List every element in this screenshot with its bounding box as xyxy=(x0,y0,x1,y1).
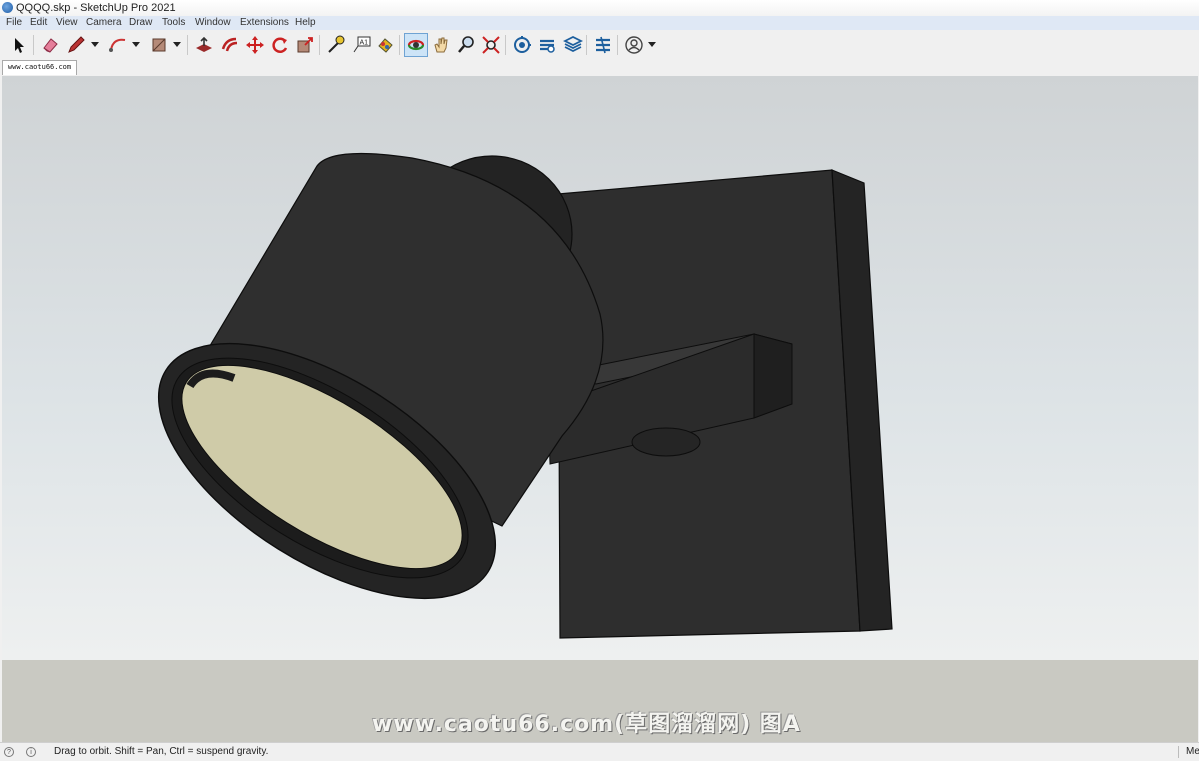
info-icon[interactable]: i xyxy=(26,747,36,757)
orbit-tool-icon[interactable] xyxy=(404,33,428,57)
chevron-down-icon[interactable] xyxy=(173,42,181,48)
menu-bar: File Edit View Camera Draw Tools Window … xyxy=(0,16,1199,30)
main-toolbar: A1 xyxy=(0,30,1199,60)
sketchup-logo-icon xyxy=(2,2,13,13)
pencil-line-tool-icon[interactable] xyxy=(64,33,88,57)
layout-icon[interactable] xyxy=(561,33,585,57)
account-icon[interactable] xyxy=(622,33,646,57)
scene-tab[interactable]: www.caotu66.com xyxy=(2,60,77,75)
select-tool-icon[interactable] xyxy=(7,33,31,57)
extension-manager-icon[interactable] xyxy=(591,33,615,57)
measurements-label: Me xyxy=(1186,746,1199,757)
menu-extensions[interactable]: Extensions xyxy=(240,16,289,30)
geo-location-icon[interactable]: ? xyxy=(4,747,14,757)
move-tool-icon[interactable] xyxy=(243,33,267,57)
status-message: Drag to orbit. Shift = Pan, Ctrl = suspe… xyxy=(54,746,269,757)
model-viewport[interactable] xyxy=(2,76,1198,660)
spotlight-model xyxy=(157,152,893,639)
svg-text:A1: A1 xyxy=(360,40,369,47)
zoom-extents-tool-icon[interactable] xyxy=(479,33,503,57)
status-bar: ? i Drag to orbit. Shift = Pan, Ctrl = s… xyxy=(0,742,1199,761)
3d-warehouse-icon[interactable] xyxy=(510,33,534,57)
menu-edit[interactable]: Edit xyxy=(30,16,47,30)
eraser-tool-icon[interactable] xyxy=(38,33,62,57)
scale-tool-icon[interactable] xyxy=(293,33,317,57)
window-title: QQQQ.skp - SketchUp Pro 2021 xyxy=(16,2,176,14)
chevron-down-icon[interactable] xyxy=(648,42,656,48)
tape-measure-tool-icon[interactable] xyxy=(324,33,348,57)
zoom-tool-icon[interactable] xyxy=(454,33,478,57)
menu-camera[interactable]: Camera xyxy=(86,16,122,30)
rectangle-shape-tool-icon[interactable] xyxy=(147,33,171,57)
push-pull-tool-icon[interactable] xyxy=(192,33,216,57)
menu-file[interactable]: File xyxy=(6,16,22,30)
watermark-text: www.caotu66.com(草图溜溜网) 图A xyxy=(372,712,801,737)
pan-tool-icon[interactable] xyxy=(429,33,453,57)
offset-tool-icon[interactable] xyxy=(218,33,242,57)
arc-tool-icon[interactable] xyxy=(106,33,130,57)
extension-warehouse-icon[interactable] xyxy=(535,33,559,57)
text-tool-icon[interactable]: A1 xyxy=(349,33,373,57)
rotate-tool-icon[interactable] xyxy=(268,33,292,57)
menu-help[interactable]: Help xyxy=(295,16,316,30)
chevron-down-icon[interactable] xyxy=(91,42,99,48)
menu-tools[interactable]: Tools xyxy=(162,16,185,30)
chevron-down-icon[interactable] xyxy=(132,42,140,48)
menu-draw[interactable]: Draw xyxy=(129,16,152,30)
title-bar: QQQQ.skp - SketchUp Pro 2021 xyxy=(0,0,1199,16)
scene-tab-strip: www.caotu66.com xyxy=(0,60,1199,76)
menu-window[interactable]: Window xyxy=(195,16,231,30)
menu-view[interactable]: View xyxy=(56,16,78,30)
paint-bucket-tool-icon[interactable] xyxy=(373,33,397,57)
